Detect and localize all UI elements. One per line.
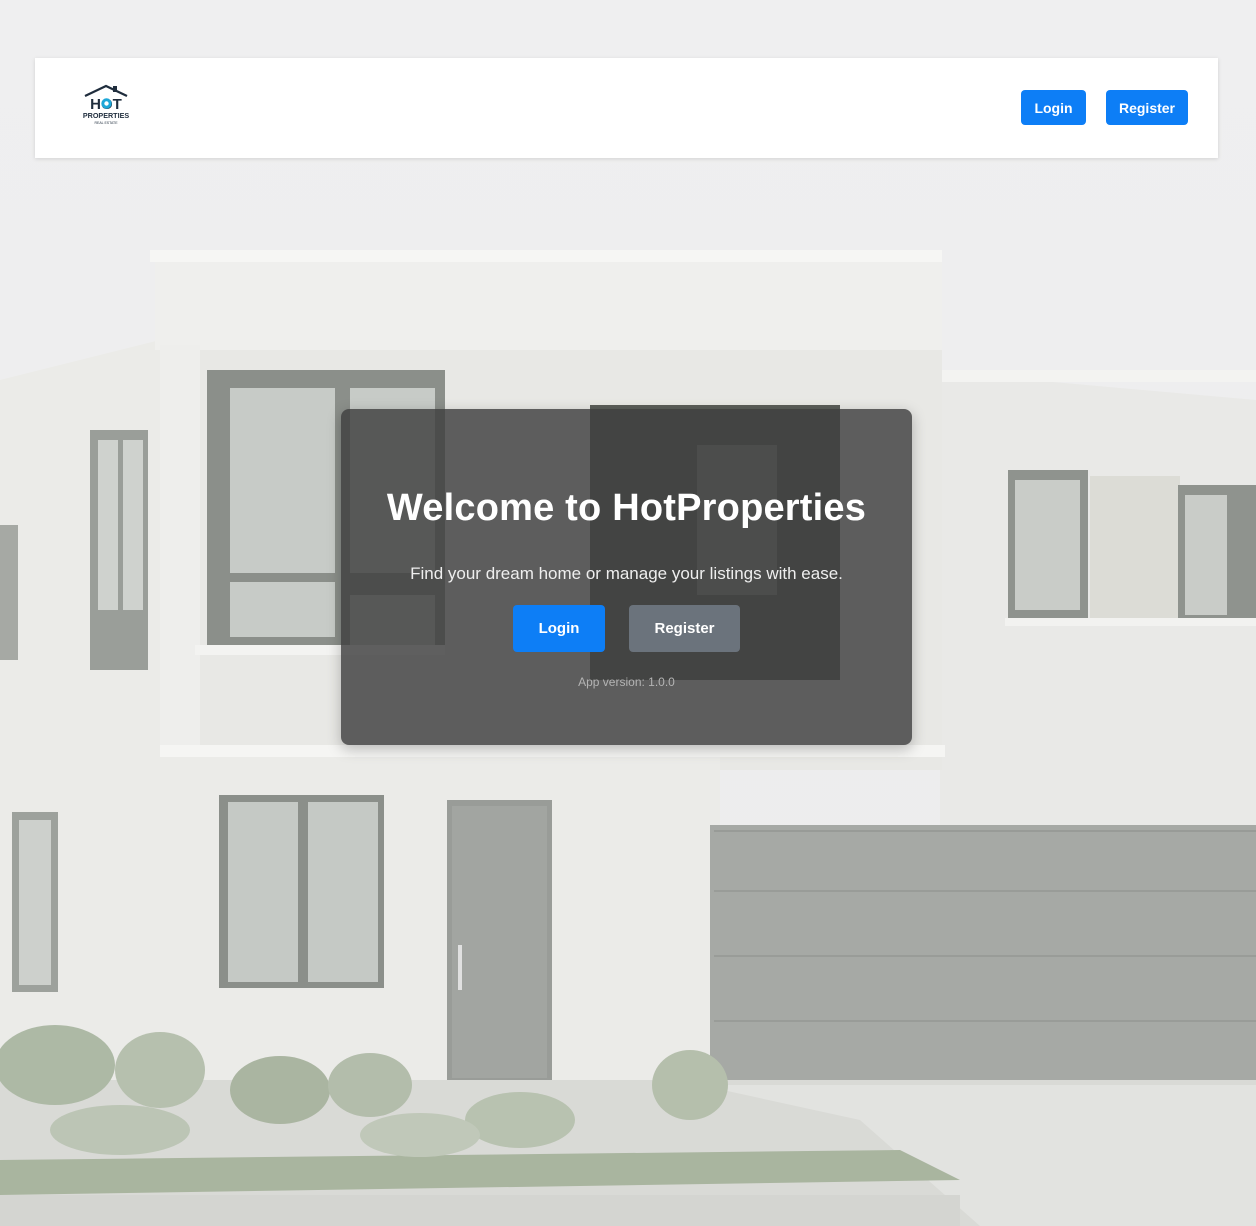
welcome-card: Welcome to HotProperties Find your dream… [341, 409, 912, 745]
welcome-subtitle: Find your dream home or manage your list… [410, 564, 843, 583]
top-navbar: HOT PROPERTIES REAL ESTATE Login Registe… [35, 58, 1218, 158]
navbar-register-button[interactable]: Register [1106, 90, 1188, 125]
hero-login-button[interactable]: Login [513, 605, 605, 652]
welcome-title: Welcome to HotProperties [386, 487, 867, 529]
hero-register-button[interactable]: Register [629, 605, 740, 652]
logo-bottom-text: REAL ESTATE [94, 121, 118, 125]
navbar-login-button[interactable]: Login [1021, 90, 1086, 125]
logo-middle-text: PROPERTIES [83, 111, 130, 120]
brand-logo[interactable]: HOT PROPERTIES REAL ESTATE [79, 84, 133, 130]
house-roof-icon [84, 84, 128, 97]
app-version-text: App version: 1.0.0 [578, 675, 675, 689]
